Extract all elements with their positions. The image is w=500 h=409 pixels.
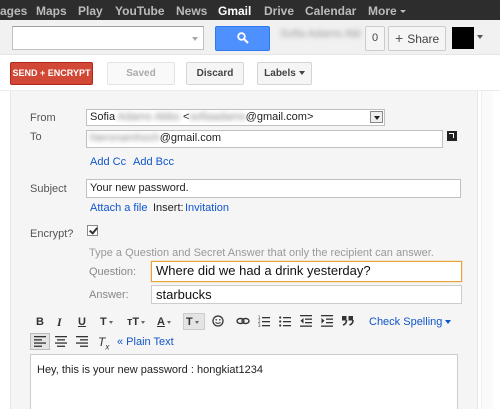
nav-youtube[interactable]: YouTube xyxy=(115,4,165,18)
search-input[interactable] xyxy=(12,26,204,50)
chevron-down-icon xyxy=(194,320,199,324)
link-icon[interactable] xyxy=(236,315,250,327)
subject-label: Subject xyxy=(30,183,67,195)
bold-button[interactable]: B xyxy=(36,315,44,329)
labels-label: Labels xyxy=(264,68,296,79)
font-size-button[interactable]: тT xyxy=(127,315,146,329)
font-button[interactable]: T xyxy=(100,315,113,329)
question-field[interactable]: Where did we had a drink yesterday? xyxy=(151,261,462,282)
search-options-icon[interactable] xyxy=(192,37,198,41)
text-color-label: A xyxy=(157,316,165,328)
search-icon xyxy=(237,32,249,44)
align-right-icon xyxy=(76,336,88,347)
share-label: Share xyxy=(407,32,440,46)
from-email-hidden: sofiaadams xyxy=(189,111,246,123)
align-left-icon xyxy=(34,336,46,347)
to-suffix: @gmail.com xyxy=(159,132,222,144)
from-email-suffix: @gmail.com> xyxy=(245,111,314,123)
subject-field[interactable]: Your new password. xyxy=(86,179,461,198)
align-right-button[interactable] xyxy=(76,336,88,350)
google-bar: ages Maps Play YouTube News Gmail Drive … xyxy=(0,0,500,20)
underline-button[interactable]: U xyxy=(78,315,86,329)
nav-play[interactable]: Play xyxy=(78,4,103,18)
to-hidden: hieronamhoch xyxy=(90,132,160,144)
avatar[interactable] xyxy=(452,27,474,49)
nav-more[interactable]: More xyxy=(368,4,406,18)
discard-button[interactable]: Discard xyxy=(186,62,244,85)
background-color-label: T xyxy=(186,315,199,329)
attach-file-link[interactable]: Attach a file xyxy=(90,202,147,214)
to-field[interactable]: hieronamhoch@gmail.com xyxy=(86,130,443,148)
nav-more-label: More xyxy=(368,4,397,18)
encrypt-instruction: Type a Question and Secret Answer that o… xyxy=(89,247,434,259)
message-body[interactable] xyxy=(30,354,458,409)
quote-icon[interactable] xyxy=(342,315,354,327)
share-button[interactable]: + Share xyxy=(388,26,446,51)
nav-maps[interactable]: Maps xyxy=(36,4,67,18)
chevron-down-icon xyxy=(399,10,406,14)
from-dropdown-icon[interactable] xyxy=(370,111,383,123)
add-bcc-link[interactable]: Add Bcc xyxy=(133,156,174,168)
align-center-button[interactable] xyxy=(55,336,67,350)
remove-formatting-button[interactable]: Tx xyxy=(98,335,109,354)
nav-calendar[interactable]: Calendar xyxy=(305,4,356,18)
notification-count[interactable]: 0 xyxy=(365,26,385,51)
account-name[interactable]: Sofia Adams Abbo xyxy=(280,28,360,46)
from-select[interactable]: Sofia Adams Abbo <sofiaadams@gmail.com> xyxy=(86,109,385,126)
emoji-icon[interactable] xyxy=(212,315,224,327)
from-name-hidden: Adams Abbo xyxy=(117,111,180,123)
encrypt-checkbox[interactable] xyxy=(87,225,98,236)
check-spelling-label: Check Spelling xyxy=(369,316,443,328)
compose-action-bar: SEND + ENCRYPT Saved Discard Labels xyxy=(0,55,500,91)
from-name: Sofia xyxy=(90,111,116,123)
question-label: Question: xyxy=(89,266,137,278)
bulleted-list-icon[interactable] xyxy=(279,315,291,327)
encrypt-label: Encrypt? xyxy=(30,228,74,240)
nav-images[interactable]: ages xyxy=(0,4,27,18)
search-bar: Sofia Adams Abbo 0 +Share xyxy=(0,20,500,55)
send-encrypt-button[interactable]: SEND + ENCRYPT xyxy=(10,62,93,85)
nav-news[interactable]: News xyxy=(176,4,207,18)
svg-text:3: 3 xyxy=(258,323,261,327)
chevron-down-icon xyxy=(445,320,452,325)
italic-button[interactable]: I xyxy=(57,315,62,329)
answer-label: Answer: xyxy=(89,289,129,301)
to-label: To xyxy=(30,131,42,143)
remove-formatting-sub: x xyxy=(105,342,110,352)
chevron-down-icon xyxy=(141,320,146,324)
saved-button: Saved xyxy=(107,62,175,85)
labels-button[interactable]: Labels xyxy=(257,62,312,85)
chevron-down-icon[interactable] xyxy=(477,35,483,39)
align-left-button[interactable] xyxy=(30,333,50,350)
chevron-down-icon xyxy=(166,320,171,324)
message-body-text: Hey, this is your new password : hongkia… xyxy=(37,364,264,376)
invitation-link[interactable]: Invitation xyxy=(185,202,229,214)
text-color-button[interactable]: A xyxy=(157,315,171,329)
add-cc-link[interactable]: Add Cc xyxy=(90,156,126,168)
answer-field[interactable]: starbucks xyxy=(151,285,462,304)
search-button[interactable] xyxy=(215,26,270,51)
indent-less-icon[interactable] xyxy=(300,315,312,327)
scrollbar[interactable] xyxy=(481,91,493,409)
align-center-icon xyxy=(55,336,67,347)
insert-label: Insert: xyxy=(153,202,184,214)
numbered-list-icon[interactable]: 123 xyxy=(258,315,270,327)
background-color-text: T xyxy=(186,316,193,328)
indent-more-icon[interactable] xyxy=(321,315,333,327)
chevron-down-icon xyxy=(108,320,113,324)
nav-drive[interactable]: Drive xyxy=(264,4,294,18)
font-label: T xyxy=(100,316,107,328)
from-label: From xyxy=(30,112,56,124)
font-size-label: тT xyxy=(127,316,140,328)
contact-picker-icon[interactable] xyxy=(447,131,457,141)
check-spelling-link[interactable]: Check Spelling xyxy=(369,316,452,328)
nav-gmail[interactable]: Gmail xyxy=(218,4,251,18)
plus-icon: + xyxy=(395,30,404,46)
chevron-down-icon xyxy=(298,71,305,76)
plain-text-link[interactable]: « Plain Text xyxy=(117,336,174,348)
